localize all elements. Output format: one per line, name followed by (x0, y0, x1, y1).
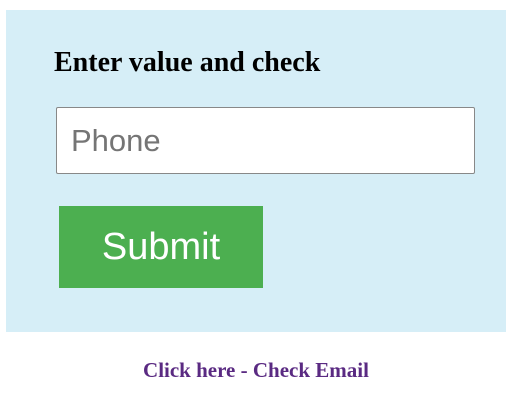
form-heading: Enter value and check (54, 47, 321, 78)
check-email-link[interactable]: Click here - Check Email (0, 356, 512, 384)
page: Enter value and check Submit Click here … (0, 0, 512, 401)
submit-button[interactable]: Submit (59, 206, 263, 288)
phone-input[interactable] (56, 107, 475, 174)
